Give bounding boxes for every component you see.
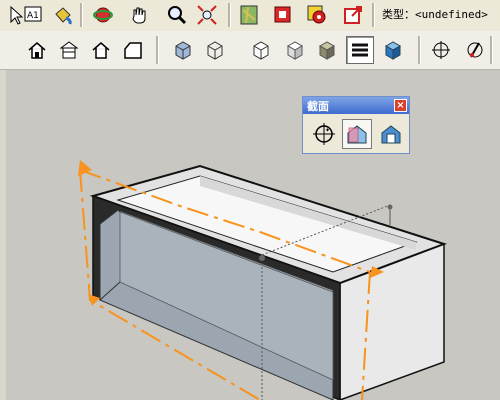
close-button[interactable]: ×: [394, 99, 407, 112]
right-view-icon[interactable]: [120, 37, 146, 63]
zoom-icon[interactable]: [164, 2, 190, 28]
section-fill-icon[interactable]: [462, 37, 488, 63]
display-section-planes-icon[interactable]: [342, 119, 372, 149]
toolbar-separator: [372, 3, 375, 27]
zoom-extents-icon[interactable]: [194, 2, 220, 28]
front-view-icon[interactable]: [88, 37, 114, 63]
toolbar-separator: [80, 3, 83, 27]
display-section-cuts-icon[interactable]: [428, 37, 454, 63]
monochrome-icon[interactable]: [346, 36, 374, 64]
shaded-textures-icon[interactable]: [314, 37, 340, 63]
hidden-line-icon[interactable]: [248, 37, 274, 63]
section-plane-tool-icon[interactable]: ✦: [309, 119, 339, 149]
text-icon[interactable]: A1: [20, 2, 46, 28]
section-toolbar-panel: 截面 × ✦: [302, 96, 410, 154]
svg-text:A1: A1: [27, 11, 39, 21]
pan-hand-icon[interactable]: [126, 2, 152, 28]
toolbar-row-1: A1 类型：<undefined>: [0, 0, 500, 32]
toolbar-row-2: [0, 31, 500, 70]
xray-icon[interactable]: [170, 37, 196, 63]
iso-view-icon[interactable]: [24, 37, 50, 63]
toolbar-separator: [228, 3, 231, 27]
photo-textures-icon[interactable]: [270, 2, 296, 28]
share-model-icon[interactable]: [340, 2, 366, 28]
type-label: 类型：<undefined>: [382, 8, 488, 21]
section-plane-icon[interactable]: [380, 37, 406, 63]
geo-location-icon[interactable]: [304, 2, 330, 28]
modeling-viewport[interactable]: [6, 70, 500, 400]
toolbar-separator: [490, 36, 493, 64]
section-panel-title: 截面: [307, 100, 329, 113]
wireframe-icon[interactable]: [202, 37, 228, 63]
svg-text:✦: ✦: [325, 127, 330, 134]
map-icon[interactable]: [236, 2, 262, 28]
paint-bucket-icon[interactable]: [50, 2, 76, 28]
section-panel-titlebar[interactable]: 截面 ×: [303, 97, 409, 114]
model-canvas: [78, 160, 448, 400]
top-view-icon[interactable]: [56, 37, 82, 63]
toolbar-separator: [156, 36, 159, 64]
display-section-cuts-icon[interactable]: [376, 119, 406, 149]
orbit-icon[interactable]: [90, 2, 116, 28]
toolbar-separator: [418, 36, 421, 64]
shaded-icon[interactable]: [282, 37, 308, 63]
